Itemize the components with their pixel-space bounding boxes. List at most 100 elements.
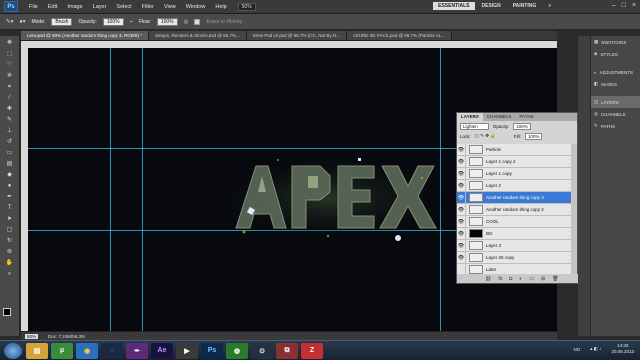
visibility-eye-icon[interactable]: 👁 (457, 227, 466, 240)
chrome-icon[interactable]: ◉ (76, 342, 98, 359)
zoom-tool-icon[interactable]: ⌕ (3, 270, 17, 278)
history-brush-icon[interactable]: ↺ (3, 138, 17, 146)
new-layer-icon[interactable]: ⊞ (541, 276, 545, 282)
layer-row[interactable]: 👁 Layer 2 (457, 179, 573, 192)
menu-file[interactable]: File (24, 4, 43, 10)
layer-row[interactable]: 👁 Another random thing copy 3 (457, 191, 573, 204)
tray-icons[interactable]: ▴ ◧ ♪ (590, 346, 601, 352)
layer-row[interactable]: 👁 Layer 25 copy (457, 251, 573, 264)
layer-row[interactable]: 👁 BG (457, 227, 573, 240)
dock-adjustments[interactable]: ◐ ADJUSTMENTS (591, 66, 640, 78)
3d-rotate-icon[interactable]: ↻ (3, 237, 17, 245)
layer-fill-field[interactable]: 100% (524, 132, 543, 140)
guide-vertical-1[interactable] (110, 48, 111, 331)
workspace-design[interactable]: DESIGN (477, 2, 506, 10)
lock-icons[interactable]: ▢ ✎ ✥ 🔒 (475, 133, 496, 139)
dock-paths[interactable]: ✎ PATHS (591, 120, 640, 132)
layer-row[interactable]: 👁 Layer 1 copy (457, 167, 573, 180)
healing-tool-icon[interactable]: ✚ (3, 105, 17, 113)
visibility-eye-icon[interactable]: 👁 (457, 179, 466, 192)
globe-icon[interactable]: ◍ (226, 342, 248, 359)
dock-channels[interactable]: ◎ CHANNELS (591, 108, 640, 120)
visibility-eye-icon[interactable]: 👁 (457, 251, 466, 264)
horizontal-ruler[interactable] (21, 41, 557, 48)
layer-style-icon[interactable]: fx (498, 276, 502, 282)
guide-vertical-2[interactable] (142, 48, 143, 331)
steam-icon[interactable]: ⊙ (251, 342, 273, 359)
path-select-icon[interactable]: ➤ (3, 215, 17, 223)
opacity-field[interactable]: 100% (102, 17, 124, 26)
move-tool-icon[interactable]: ✥ (3, 39, 17, 47)
dock-styles[interactable]: ◈ STYLES (591, 48, 640, 60)
workspace-painting[interactable]: PAINTING (508, 2, 542, 10)
workspace-essentials[interactable]: ESSENTIALS (433, 2, 475, 10)
menu-layer[interactable]: Layer (88, 4, 112, 10)
vertical-ruler[interactable] (21, 48, 28, 331)
blur-tool-icon[interactable]: ◆ (3, 171, 17, 179)
dodge-tool-icon[interactable]: ● (3, 182, 17, 190)
zoom-level-select[interactable]: 50% (237, 2, 256, 11)
visibility-eye-icon[interactable]: 👁 (457, 191, 466, 204)
layer-row[interactable]: 👁 Another random thing copy 2 (457, 203, 573, 216)
visibility-eye-icon[interactable]: 👁 (457, 215, 466, 228)
workspace-more[interactable]: » (543, 2, 556, 10)
tab-paths[interactable]: PATHS (515, 113, 537, 121)
eraser-tool-icon[interactable]: ▭ (3, 149, 17, 157)
quick-select-icon[interactable]: ✲ (3, 72, 17, 80)
dual-icon[interactable]: ⧉ (276, 342, 298, 359)
delete-layer-icon[interactable]: 🗑 (552, 276, 558, 282)
visibility-eye-icon[interactable]: 👁 (457, 239, 466, 252)
clock[interactable]: 14:33 20.05.2013 (611, 343, 634, 355)
eraser-tool-icon[interactable]: ✎▾ (6, 19, 13, 25)
blend-mode-select[interactable]: Lighten (460, 122, 489, 130)
language-indicator[interactable]: NO (573, 347, 580, 352)
flow-field[interactable]: 100% (156, 17, 178, 26)
visibility-eye-icon[interactable]: 👁 (457, 167, 466, 180)
start-button[interactable] (4, 342, 22, 359)
gradient-tool-icon[interactable]: ▤ (3, 160, 17, 168)
pen-tool-icon[interactable]: ✒ (3, 193, 17, 201)
layer-row[interactable]: 👁 COOL (457, 215, 573, 228)
visibility-eye-icon[interactable]: 👁 (457, 203, 466, 216)
layer-row[interactable]: 👁 Layer 1 copy 2 (457, 155, 573, 168)
type-tool-icon[interactable]: T (3, 204, 17, 212)
visibility-eye-icon[interactable]: 👁 (457, 144, 466, 156)
crop-tool-icon[interactable]: ⌗ (3, 83, 17, 91)
explorer-icon[interactable]: ▤ (26, 342, 48, 359)
dock-layers[interactable]: ◫ LAYERS (591, 96, 640, 108)
shape-tool-icon[interactable]: ▢ (3, 226, 17, 234)
clone-stamp-icon[interactable]: ⊥ (3, 127, 17, 135)
menu-edit[interactable]: Edit (43, 4, 62, 10)
lasso-tool-icon[interactable]: ➰ (3, 61, 17, 69)
erase-to-history-checkbox[interactable] (194, 18, 201, 25)
menu-view[interactable]: View (159, 4, 181, 10)
airbrush-icon[interactable]: ⌁ (130, 19, 133, 25)
dock-swatches[interactable]: ▦ SWATCHES (591, 36, 640, 48)
filezilla-icon[interactable]: Z (301, 342, 323, 359)
tab-layers[interactable]: LAYERS (457, 113, 483, 121)
close-icon[interactable]: × (632, 2, 636, 9)
layer-opacity-field[interactable]: 100% (513, 122, 531, 130)
media-icon[interactable]: ▶ (176, 342, 198, 359)
hand-tool-icon[interactable]: ✋ (3, 259, 17, 267)
marquee-tool-icon[interactable]: ⬚ (3, 50, 17, 58)
mode-select[interactable]: Brush (51, 17, 73, 26)
new-group-icon[interactable]: ▭ (529, 276, 534, 282)
add-mask-icon[interactable]: ◘ (509, 276, 512, 282)
brush-preset-icon[interactable]: ●▾ (19, 19, 25, 25)
visibility-eye-icon[interactable]: 👁 (457, 155, 466, 168)
link-layers-icon[interactable]: ⛓ (485, 276, 491, 282)
menu-image[interactable]: Image (62, 4, 87, 10)
menu-help[interactable]: Help (210, 4, 231, 10)
adjustment-layer-icon[interactable]: ◐ (519, 276, 522, 282)
layer-row[interactable]: 👁 Layer 3 (457, 239, 573, 252)
menu-select[interactable]: Select (111, 4, 136, 10)
cinema4d-icon[interactable]: ◌ (101, 342, 123, 359)
status-zoom-field[interactable]: 50% (25, 333, 39, 339)
maximize-icon[interactable]: □ (622, 2, 626, 9)
brush-tool-icon[interactable]: ✎ (3, 116, 17, 124)
eyedropper-tool-icon[interactable]: ⁄ (3, 94, 17, 102)
document-size-info[interactable]: Doc: 7,24M/56,3M (48, 334, 85, 339)
tab-channels[interactable]: CHANNELS (483, 113, 516, 121)
tab-drew-psd[interactable]: Drew Psd v2.psd @ 66.7% (CC, Nut By N... (246, 31, 348, 40)
